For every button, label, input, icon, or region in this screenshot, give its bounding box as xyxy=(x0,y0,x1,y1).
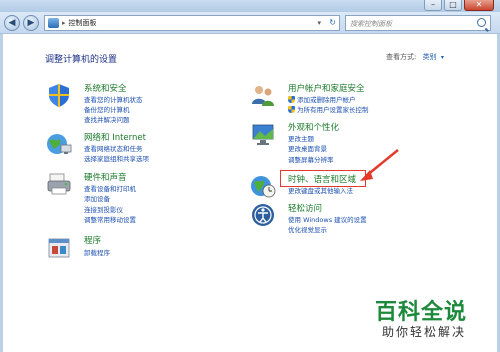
watermark-subtitle: 助你轻松解决 xyxy=(382,325,467,339)
watermark-title: 百科全说 xyxy=(375,300,468,325)
